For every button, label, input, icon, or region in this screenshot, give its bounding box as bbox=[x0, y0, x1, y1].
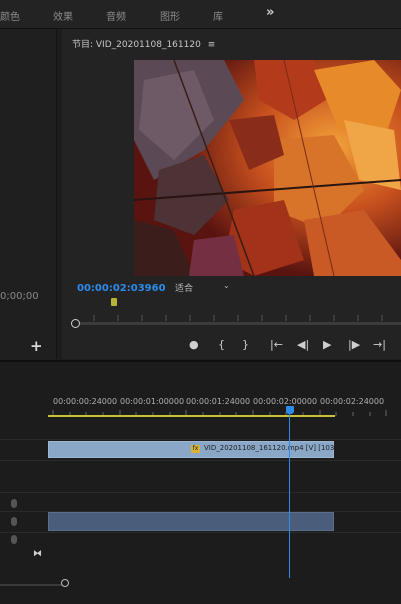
ruler-label: 00:00:00:24000 bbox=[53, 397, 118, 406]
program-monitor: 节目: VID_20201108_161120 ≡ 00:00:02:03960… bbox=[62, 29, 401, 359]
tab-effects[interactable]: 效果 bbox=[53, 8, 73, 23]
autumn-leaves-image bbox=[134, 60, 401, 276]
video-clip-label: VID_20201108_161120.mp4 [V] [103.8%] bbox=[204, 444, 351, 452]
track-divider bbox=[0, 460, 401, 461]
playhead-marker-icon[interactable] bbox=[111, 298, 117, 306]
program-timecode[interactable]: 00:00:02:03960 bbox=[77, 283, 166, 294]
ruler-label: 00:00:02:00000 bbox=[253, 397, 318, 406]
timeline-panel: 00:00:00:24000 00:00:01:00000 00:00:01:2… bbox=[0, 362, 401, 604]
ruler-label: 00:00:01:00000 bbox=[120, 397, 185, 406]
panel-menu-icon[interactable]: ≡ bbox=[208, 40, 216, 50]
source-panel: 0;00;00 + bbox=[0, 29, 57, 359]
ruler-label: 00:00:02:24000 bbox=[320, 397, 385, 406]
program-title-text: 节目: VID_20201108_161120 bbox=[72, 40, 201, 50]
video-preview bbox=[134, 60, 401, 276]
add-marker-icon[interactable]: ● bbox=[189, 338, 199, 351]
microphone-icon[interactable] bbox=[11, 535, 17, 544]
ruler-label: 00:00:01:24000 bbox=[186, 397, 251, 406]
zoom-handle[interactable] bbox=[61, 579, 69, 587]
more-workspaces-icon[interactable]: » bbox=[266, 5, 274, 20]
program-monitor-title[interactable]: 节目: VID_20201108_161120 ≡ bbox=[72, 37, 215, 50]
program-scrub-bar[interactable] bbox=[74, 322, 401, 325]
work-area-bar[interactable] bbox=[48, 415, 335, 417]
mark-in-icon[interactable]: { bbox=[218, 338, 225, 351]
mark-out-icon[interactable]: } bbox=[242, 338, 249, 351]
track-divider bbox=[0, 492, 401, 493]
tab-libraries[interactable]: 库 bbox=[213, 8, 223, 23]
step-back-icon[interactable]: ◀| bbox=[297, 338, 309, 351]
workspace-bar: 颜色 效果 音频 图形 库 » bbox=[0, 0, 401, 29]
add-button[interactable]: + bbox=[30, 337, 43, 355]
microphone-icon[interactable] bbox=[11, 499, 17, 508]
go-to-in-icon[interactable]: |← bbox=[270, 338, 283, 351]
fx-badge: fx bbox=[191, 445, 200, 453]
play-icon[interactable]: ▶ bbox=[323, 338, 331, 351]
timeline-zoom-scrollbar[interactable] bbox=[0, 584, 63, 586]
track-divider bbox=[0, 532, 401, 533]
tab-color[interactable]: 颜色 bbox=[0, 8, 20, 23]
step-forward-icon[interactable]: |▶ bbox=[348, 338, 360, 351]
track-divider bbox=[0, 439, 401, 440]
source-timecode: 0;00;00 bbox=[0, 291, 39, 302]
audio-clip[interactable] bbox=[48, 512, 334, 531]
microphone-icon[interactable] bbox=[11, 517, 17, 526]
chevron-down-icon[interactable]: ⌄ bbox=[223, 281, 230, 290]
go-to-out-icon[interactable]: →| bbox=[373, 338, 386, 351]
timeline-playhead-line bbox=[289, 414, 290, 578]
tab-graphics[interactable]: 图形 bbox=[160, 8, 180, 23]
timeline-playhead-icon[interactable] bbox=[286, 406, 294, 414]
video-clip[interactable]: fx VID_20201108_161120.mp4 [V] [103.8%] bbox=[48, 441, 350, 458]
scrub-handle[interactable] bbox=[71, 319, 80, 328]
tab-audio[interactable]: 音频 bbox=[106, 8, 126, 23]
timeline-end-icon[interactable]: ⧓ bbox=[33, 549, 42, 559]
